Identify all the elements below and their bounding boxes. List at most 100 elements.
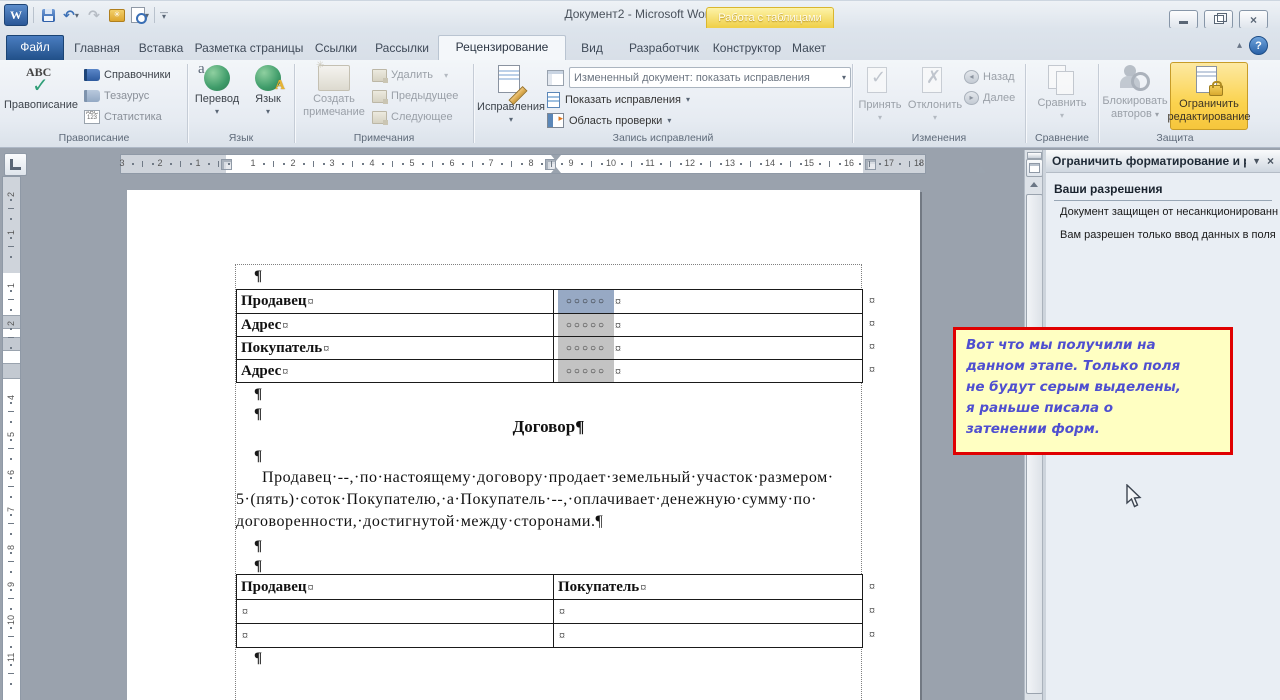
document-page[interactable]: ¶ Продавец ¤ ○○○○○ ¤ Адрес ¤ ○○○○○ ¤ Покупатель ¤… <box>127 190 920 700</box>
scroll-up-button[interactable] <box>1026 177 1041 192</box>
header-cell[interactable]: Покупатель ¤ <box>554 575 862 599</box>
new-comment-button[interactable]: Создатьпримечание <box>296 60 372 130</box>
tab-home[interactable]: Главная <box>66 37 128 60</box>
show-markup-button[interactable]: Показать исправления ▾ <box>547 90 851 109</box>
vertical-ruler[interactable]: 2 1 1 2 4 5 6 7 8 9 10 11 <box>2 176 21 700</box>
label-cell[interactable]: Покупатель ¤ <box>237 337 554 359</box>
reviewing-pane-button[interactable]: Область проверки▾ <box>547 111 851 130</box>
ruler-tick <box>10 402 12 404</box>
translate-button[interactable]: а Перевод ▾ <box>192 61 242 130</box>
new-comment-icon <box>316 60 350 91</box>
table-row: Адрес ¤ ○○○○○ ¤ <box>237 359 862 382</box>
collapse-ribbon-button[interactable]: ▴ <box>1237 40 1242 51</box>
redo-button[interactable]: ↷ <box>85 6 103 24</box>
tab-insert[interactable]: Вставка <box>130 37 192 60</box>
tab-stop-icon <box>10 159 21 170</box>
form-field-cell[interactable]: ○○○○○ ¤ <box>554 337 862 359</box>
group-label: Язык <box>228 132 254 144</box>
tab-page-layout[interactable]: Разметка страницы <box>194 37 304 60</box>
previous-change-button[interactable]: ◂ Назад <box>964 68 1015 86</box>
ruler-tick <box>839 163 841 165</box>
tab-developer[interactable]: Разработчик <box>618 37 710 60</box>
indent-markers[interactable] <box>551 155 561 173</box>
translate-globe-icon: а <box>198 61 230 91</box>
tab-view[interactable]: Вид <box>568 37 616 60</box>
tab-file[interactable]: Файл <box>6 35 64 60</box>
folder-icon: ✳ <box>109 8 125 22</box>
block-authors-button[interactable]: Блокировать авторов ▾ <box>1102 62 1168 130</box>
label-cell[interactable]: Продавец ¤ <box>237 290 554 313</box>
ruler-number: 10 <box>6 614 16 625</box>
form-field-cell[interactable]: ○○○○○ ¤ <box>554 360 862 382</box>
form-field-cell[interactable]: ○○○○○ ¤ <box>554 314 862 336</box>
table-column-marker-icon <box>221 159 232 170</box>
cell-label: Продавец <box>241 293 307 309</box>
ruler-tick <box>660 163 662 165</box>
label-cell[interactable]: Адрес ¤ <box>237 360 554 382</box>
ruler-number: 9 <box>6 581 16 587</box>
close-button[interactable]: × <box>1239 10 1268 29</box>
ruler-tick <box>501 163 503 165</box>
display-for-review-combo[interactable]: Измененный документ: показать исправлени… <box>569 67 851 88</box>
ruler-tick <box>869 161 870 167</box>
ruler-tick <box>591 161 592 167</box>
restore-button[interactable] <box>1204 10 1233 29</box>
ruler-tick <box>10 683 12 685</box>
redo-icon: ↷ <box>88 7 100 23</box>
view-ruler-toggle[interactable] <box>1026 159 1043 177</box>
next-change-button[interactable]: ▸ Далее <box>964 89 1015 107</box>
pane-menu-button[interactable]: ▼ <box>1252 156 1261 166</box>
up-arrow-icon <box>1029 182 1038 187</box>
ruler-tick <box>8 523 14 524</box>
header-cell[interactable]: Продавец ¤ <box>237 575 554 599</box>
book-icon <box>84 69 100 81</box>
form-field-cell[interactable]: ○○○○○ ¤ <box>554 290 862 313</box>
pilcrow-mark: ¶ <box>254 558 263 574</box>
split-handle[interactable] <box>1027 152 1042 159</box>
protection-status-text: Документ защищен от несанкционированн <box>1060 206 1279 218</box>
language-button[interactable]: A Язык ▾ <box>246 62 290 130</box>
empty-cell[interactable]: ¤ <box>554 600 862 623</box>
tab-references[interactable]: Ссылки <box>306 37 366 60</box>
save-button[interactable] <box>39 6 57 24</box>
label-cell[interactable]: Адрес ¤ <box>237 314 554 336</box>
form-field[interactable]: ○○○○○ <box>558 337 614 359</box>
group-divider <box>294 64 295 143</box>
help-button[interactable]: ? <box>1249 36 1268 55</box>
form-field[interactable]: ○○○○○ <box>558 360 614 382</box>
undo-button[interactable]: ↶ ▾ <box>62 6 80 24</box>
table-column-marker-icon <box>865 159 876 170</box>
form-field[interactable]: ○○○○○ <box>558 290 614 313</box>
tab-table-layout[interactable]: Макет <box>784 37 834 60</box>
tab-table-design[interactable]: Конструктор <box>712 37 782 60</box>
compare-button[interactable]: Сравнить ▾ <box>1030 62 1094 130</box>
form-field[interactable]: ○○○○○ <box>558 314 614 336</box>
right-indent-marker[interactable] <box>976 166 986 173</box>
ruler-tick <box>432 161 433 167</box>
open-button[interactable]: ✳ <box>108 6 126 24</box>
track-changes-button[interactable]: Исправления ▾ <box>475 62 547 130</box>
word-logo-icon[interactable]: W <box>4 4 28 26</box>
tab-stop-selector[interactable] <box>4 153 27 176</box>
word-count-button[interactable]: ABC 123 Статистика <box>84 108 171 126</box>
customize-qat-button[interactable]: — ▾ <box>160 9 168 21</box>
minimize-button[interactable] <box>1169 10 1198 29</box>
reject-button[interactable]: ✗ Отклонить ▾ <box>906 62 964 130</box>
horizontal-ruler[interactable]: 3 2 1 1 2 3 4 5 6 7 8 9 10 11 12 13 14 15 16 17 18 <box>119 154 986 174</box>
next-comment-button[interactable]: Следующее <box>372 108 458 126</box>
thesaurus-button[interactable]: Тезаурус <box>84 87 171 105</box>
empty-cell[interactable]: ¤ <box>237 600 554 623</box>
spelling-grammar-button[interactable]: ABC ✓ Правописание <box>2 62 80 130</box>
accept-button[interactable]: ✓ Принять ▾ <box>854 62 906 130</box>
restrict-editing-button[interactable]: Ограничить редактирование <box>1167 62 1251 130</box>
ribbon-tab-row: Файл Главная Вставка Разметка страницы С… <box>0 28 1280 60</box>
delete-comment-button[interactable]: Удалить ▾ <box>372 66 458 84</box>
pane-close-button[interactable]: × <box>1267 154 1274 168</box>
print-preview-button[interactable]: ▾ <box>131 6 149 24</box>
empty-cell[interactable]: ¤ <box>237 624 554 647</box>
tab-review[interactable]: Рецензирование <box>438 35 566 60</box>
tab-mailings[interactable]: Рассылки <box>368 37 436 60</box>
empty-cell[interactable]: ¤ <box>554 624 862 647</box>
reference-books-button[interactable]: Справочники <box>84 66 171 84</box>
previous-comment-button[interactable]: Предыдущее <box>372 87 458 105</box>
